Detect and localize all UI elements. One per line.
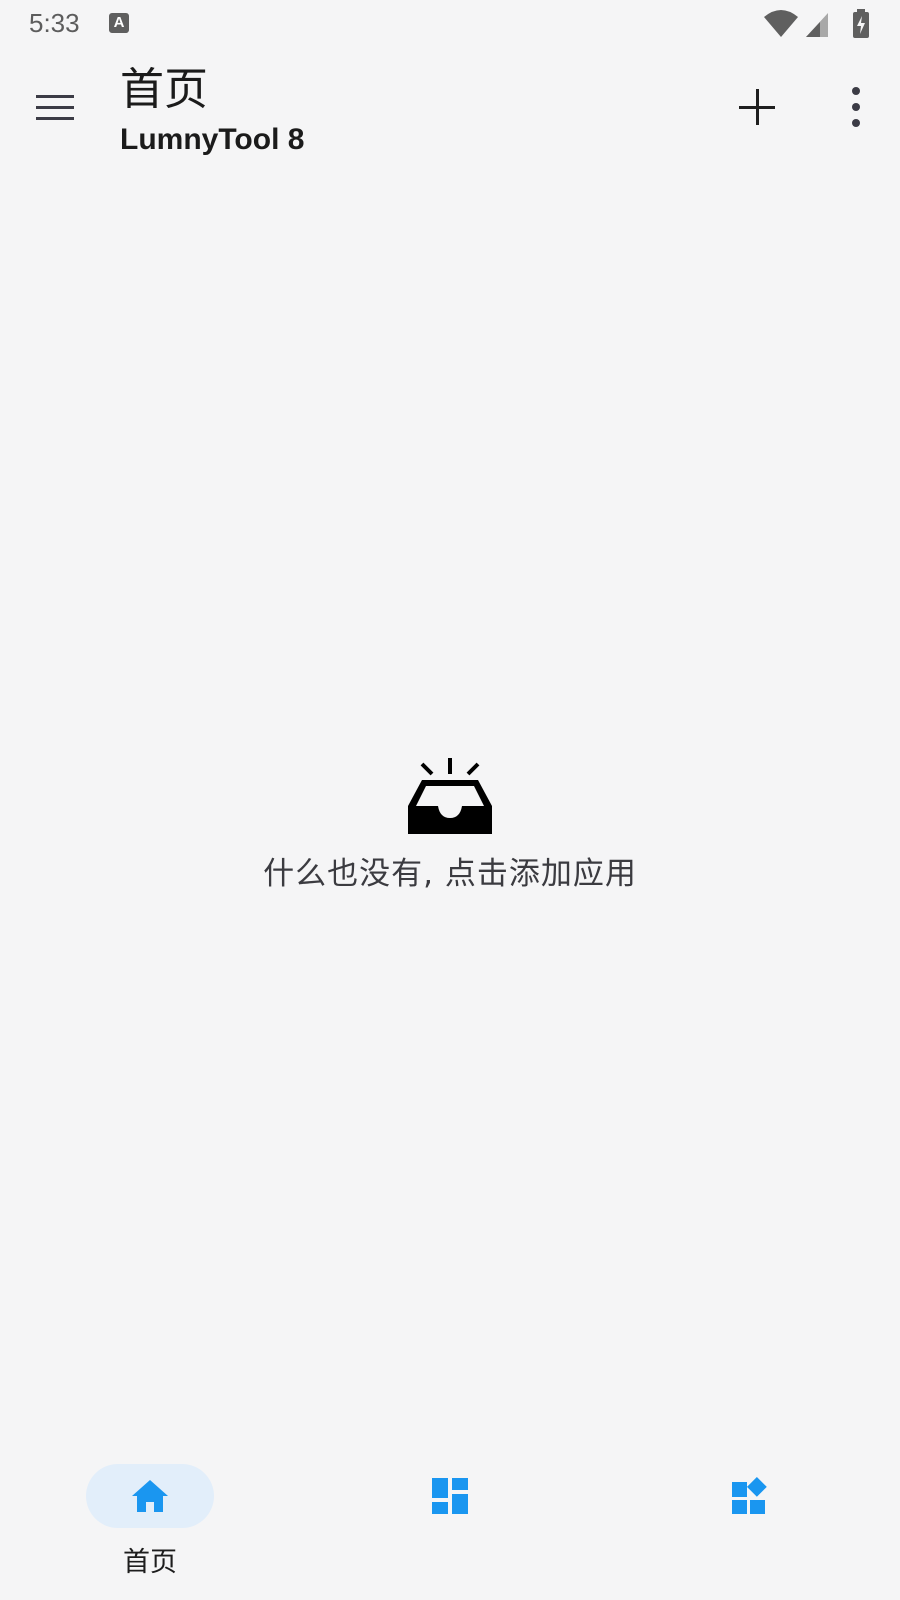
more-options-button[interactable] [826,78,884,136]
bottom-navigation: 首页 [0,1440,900,1600]
nav-label-home: 首页 [123,1547,177,1578]
page-title: 首页 [120,64,208,115]
inbox-icon [408,758,492,834]
add-button[interactable] [728,78,786,136]
home-icon [132,1480,168,1512]
nav-item-home[interactable]: 首页 [50,1440,250,1580]
hamburger-menu-icon [36,95,74,120]
signal-icon [806,13,828,37]
empty-state[interactable]: 什么也没有, 点击添加应用 [0,756,900,893]
dashboard-icon [432,1478,468,1514]
menu-button[interactable] [26,76,86,136]
nav-item-dashboard[interactable] [350,1440,550,1580]
title-block: 首页 LumnyTool 8 [120,62,304,158]
notification-a-icon: A [109,13,129,33]
battery-charging-icon [853,9,869,38]
plus-icon [739,89,775,125]
empty-state-message: 什么也没有, 点击添加应用 [263,856,637,892]
nav-item-widgets[interactable] [650,1440,850,1580]
widgets-icon [732,1476,767,1514]
app-bar: 首页 LumnyTool 8 [0,50,900,180]
status-time: 5:33 [29,8,80,38]
page-subtitle: LumnyTool 8 [120,123,305,156]
wifi-icon [764,10,798,37]
more-vert-icon [852,87,860,127]
status-icons [764,9,874,39]
status-bar: 5:33 A [0,0,900,50]
